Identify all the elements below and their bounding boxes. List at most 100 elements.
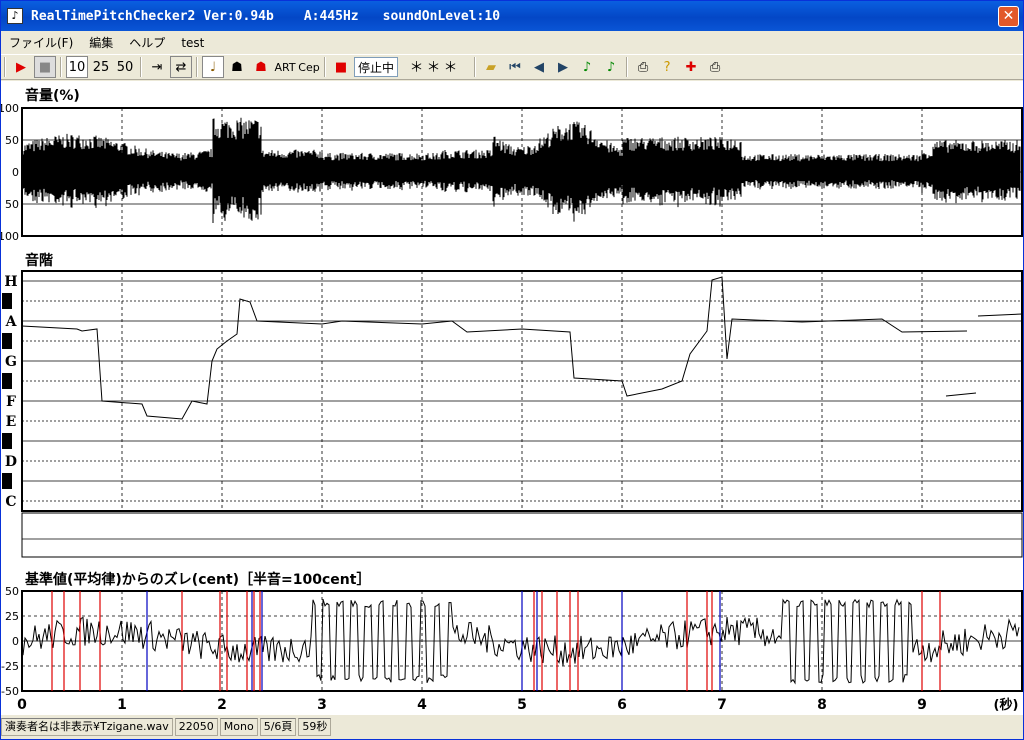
deviation-panel-label: 基準値(平均律)からのズレ(cent)［半音=100cent］	[21, 569, 371, 589]
graph-area: 100 50 0 50 100 H A G F E D C 50 25 0 -25 -50 0 1 2 3 4 5 6 7 8 9(…	[1, 81, 1023, 715]
black-key	[2, 333, 12, 349]
time-tick-label: 0	[17, 697, 27, 713]
toolbar-grip	[4, 57, 6, 77]
volume-tick-label: 100	[1, 102, 19, 115]
separator	[196, 57, 198, 77]
help-button[interactable]: ?	[656, 56, 678, 78]
time-tick-label: 5	[517, 697, 527, 713]
volume-panel-label: 音量(%)	[21, 85, 80, 105]
articulation-strip	[21, 512, 1023, 558]
volume-tick-label: 50	[5, 198, 19, 211]
menu-help[interactable]: ヘルプ	[121, 34, 173, 51]
open-folder-button[interactable]: ▰	[480, 56, 502, 78]
scale-note-label: G	[5, 354, 17, 370]
time-tick-label: 2	[217, 697, 227, 713]
prev-icon: ◀	[534, 59, 545, 75]
note-button-1[interactable]: ♪	[576, 56, 598, 78]
separator	[474, 57, 477, 77]
volume-tick-label: 50	[5, 134, 19, 147]
menu-file[interactable]: ファイル(F)	[1, 34, 81, 51]
singer-male-button[interactable]: ☗	[226, 56, 248, 78]
time-unit-label: (秒)	[994, 697, 1019, 713]
black-key	[2, 373, 12, 389]
scale-note-label: A	[5, 314, 18, 330]
app-icon: ♪	[7, 8, 23, 24]
play-icon: ▶	[16, 59, 26, 75]
graph-svg: 10050050100HAGFEDC50250-25-500 1 2 3 4 5 6 7 8 9(…	[1, 102, 1023, 713]
title-sound-level: soundOnLevel:10	[382, 8, 501, 24]
scale-note-label: F	[6, 394, 16, 410]
stop-icon: ■	[38, 59, 52, 75]
next-page-button[interactable]: ▶	[552, 56, 574, 78]
title-bar[interactable]: ♪ RealTimePitchChecker2 Ver:0.94b A:445H…	[1, 1, 1023, 31]
help-icon: ?	[663, 59, 671, 75]
scale-note-label: C	[5, 494, 16, 510]
singer-female-button[interactable]: ☗	[250, 56, 272, 78]
sample-rate: 22050	[174, 718, 218, 736]
note-display: ＊＊＊	[409, 60, 461, 76]
art-button[interactable]: ART	[274, 56, 296, 78]
first-icon: ⏮	[509, 59, 521, 75]
channel-mode: Mono	[219, 718, 258, 736]
deviation-tick-label: 50	[5, 585, 19, 598]
menu-bar: ファイル(F) 編集 ヘルプ test	[1, 32, 1023, 53]
status-bar: 演奏者名は非表示¥Tzigane.wav 22050 Mono 5/6頁 59秒	[1, 717, 1023, 737]
printer-icon: ⎙	[637, 59, 649, 75]
title-version: Ver:0.94b	[203, 8, 274, 24]
split-button[interactable]: ✚	[680, 56, 702, 78]
close-button[interactable]: ✕	[998, 6, 1019, 27]
speed-50-button[interactable]: 50	[114, 56, 136, 78]
speed-25-button[interactable]: 25	[90, 56, 112, 78]
deviation-tick-label: 0	[12, 635, 19, 648]
separator	[60, 57, 62, 77]
deviation-tick-label: 25	[5, 610, 19, 623]
separator	[140, 57, 142, 77]
print-setup-button[interactable]: ⎙	[704, 56, 726, 78]
first-page-button[interactable]: ⏮	[504, 56, 526, 78]
volume-tick-label: 100	[1, 230, 19, 243]
separator	[324, 57, 326, 77]
loop-button[interactable]: ⇄	[170, 56, 192, 78]
prev-page-button[interactable]: ◀	[528, 56, 550, 78]
title-a-freq: A:445Hz	[303, 8, 359, 24]
record-indicator: ■	[330, 56, 352, 78]
scale-note-label: H	[4, 274, 17, 290]
black-key	[2, 473, 12, 489]
close-icon: ✕	[1002, 8, 1015, 24]
jump-end-icon: ⇥	[151, 59, 163, 75]
violin-icon: ♩	[209, 59, 217, 75]
play-button[interactable]: ▶	[10, 56, 32, 78]
person-icon: ☗	[231, 59, 243, 75]
duration: 59秒	[298, 718, 332, 736]
cep-button[interactable]: Cep	[298, 56, 320, 78]
page-indicator: 5/6頁	[259, 718, 297, 736]
scale-note-label: D	[5, 454, 17, 470]
time-tick-label: 9	[917, 697, 927, 713]
next-icon: ▶	[558, 59, 569, 75]
jump-end-button[interactable]: ⇥	[146, 56, 168, 78]
time-tick-label: 7	[717, 697, 727, 713]
menu-edit[interactable]: 編集	[81, 34, 121, 51]
status-text: 停止中	[354, 57, 399, 77]
time-tick-label: 1	[117, 697, 127, 713]
toolbar: ▶ ■ 10 25 50 ⇥ ⇄ ♩ ☗ ☗ ART Cep ■ 停止中 ＊＊＊…	[1, 54, 1023, 80]
stop-button[interactable]: ■	[34, 56, 56, 78]
note-button-2[interactable]: ♪	[600, 56, 622, 78]
black-key	[2, 293, 12, 309]
volume-tick-label: 0	[12, 166, 19, 179]
title-app: RealTimePitchChecker2	[31, 8, 196, 24]
print-button[interactable]: ⎙	[632, 56, 654, 78]
time-tick-label: 8	[817, 697, 827, 713]
scale-note-label: E	[6, 414, 17, 430]
separator	[626, 57, 629, 77]
time-tick-label: 3	[317, 697, 327, 713]
note-icon: ♪	[606, 59, 616, 75]
printer-icon: ⎙	[709, 59, 721, 75]
speed-10-button[interactable]: 10	[66, 56, 88, 78]
split-icon: ✚	[685, 59, 697, 75]
note-icon: ♪	[582, 59, 592, 75]
folder-icon: ▰	[486, 59, 497, 75]
menu-test[interactable]: test	[173, 36, 212, 50]
violin-button[interactable]: ♩	[202, 56, 224, 78]
person-red-icon: ☗	[255, 59, 267, 75]
